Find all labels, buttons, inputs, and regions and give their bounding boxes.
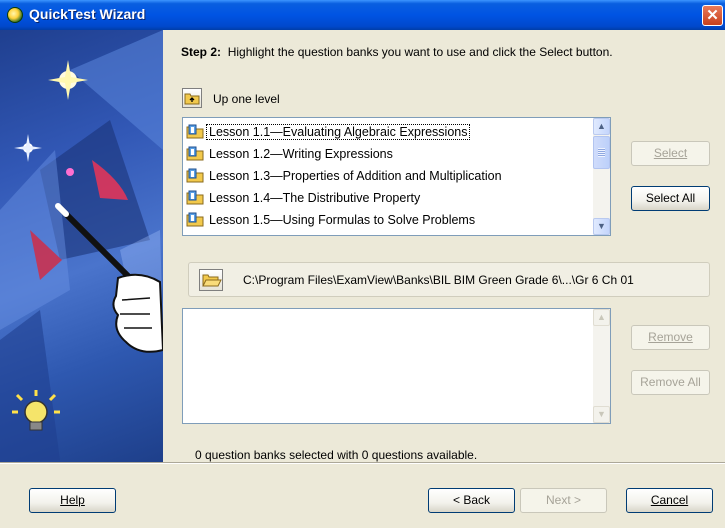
help-button[interactable]: Help <box>29 488 116 513</box>
wizard-side-illustration <box>0 30 163 462</box>
select-all-button-label: Select All <box>645 191 696 205</box>
list-item-label: Lesson 1.2—Writing Expressions <box>209 147 393 161</box>
list-item-label: Lesson 1.3—Properties of Addition and Mu… <box>209 169 502 183</box>
list-item-label: Lesson 1.4—The Distributive Property <box>209 191 421 205</box>
remove-all-button-label: Remove All <box>640 375 701 389</box>
question-bank-icon <box>186 212 205 228</box>
up-one-level-button[interactable] <box>182 88 202 108</box>
quicktest-wizard-window: QuickTest Wizard ✕ Step 2: Highlight the… <box>0 0 725 528</box>
remove-button-label: Remove <box>648 330 693 344</box>
scroll-down-button-disabled: ▼ <box>593 406 610 423</box>
available-list-scrollbar[interactable]: ▲ ▼ <box>593 118 610 235</box>
scroll-up-button[interactable]: ▲ <box>593 118 610 135</box>
scroll-thumb[interactable] <box>593 136 610 169</box>
list-item[interactable]: Lesson 1.5—Using Formulas to Solve Probl… <box>185 210 585 230</box>
wizard-footer: Help < Back Next > Cancel <box>0 462 725 528</box>
select-button[interactable]: Select <box>631 141 710 166</box>
question-bank-icon <box>186 146 205 162</box>
step-instruction: Step 2: Highlight the question banks you… <box>181 45 613 59</box>
selected-banks-list[interactable]: ▲ ▼ <box>182 308 611 424</box>
help-button-label: Help <box>60 493 85 507</box>
folder-up-icon <box>184 93 200 105</box>
up-one-level-label[interactable]: Up one level <box>213 92 280 106</box>
remove-all-button[interactable]: Remove All <box>631 370 710 395</box>
back-button[interactable]: < Back <box>428 488 515 513</box>
current-path: C:\Program Files\ExamView\Banks\BIL BIM … <box>243 273 634 287</box>
title-bar[interactable]: QuickTest Wizard ✕ <box>0 0 725 30</box>
next-button-label: Next > <box>545 493 581 507</box>
cancel-button-label: Cancel <box>650 493 689 507</box>
app-icon <box>7 7 23 23</box>
back-button-label: < Back <box>452 493 491 507</box>
scroll-down-button[interactable]: ▼ <box>593 218 610 235</box>
status-text: 0 question banks selected with 0 questio… <box>195 448 478 462</box>
remove-button[interactable]: Remove <box>631 325 710 350</box>
select-button-label: Select <box>653 146 688 160</box>
list-item[interactable]: Lesson 1.4—The Distributive Property <box>185 188 585 208</box>
browse-folder-button[interactable] <box>199 269 223 291</box>
available-banks-list[interactable]: Lesson 1.5—Using Formulas to Solve Probl… <box>182 117 611 236</box>
cancel-button[interactable]: Cancel <box>626 488 713 513</box>
question-bank-icon <box>186 190 205 206</box>
folder-open-icon <box>202 274 222 287</box>
step-text: Highlight the question banks you want to… <box>227 45 613 59</box>
selected-list-scrollbar: ▲ ▼ <box>593 309 610 423</box>
next-button[interactable]: Next > <box>520 488 607 513</box>
list-item-label: Lesson 1.1—Evaluating Algebraic Expressi… <box>205 124 471 140</box>
close-button[interactable]: ✕ <box>702 5 723 26</box>
question-bank-icon <box>186 124 205 140</box>
question-bank-icon <box>186 168 205 184</box>
list-item[interactable]: Lesson 1.1—Evaluating Algebraic Expressi… <box>185 122 585 142</box>
list-item[interactable]: Lesson 1.2—Writing Expressions <box>185 144 585 164</box>
list-item-label: Lesson 1.5—Using Formulas to Solve Probl… <box>209 213 476 227</box>
select-all-button[interactable]: Select All <box>631 186 710 211</box>
scroll-up-button-disabled: ▲ <box>593 309 610 326</box>
step-label: Step 2: <box>181 45 222 59</box>
path-panel: C:\Program Files\ExamView\Banks\BIL BIM … <box>188 262 710 297</box>
window-title: QuickTest Wizard <box>29 6 146 22</box>
list-item[interactable]: Lesson 1.3—Properties of Addition and Mu… <box>185 166 585 186</box>
